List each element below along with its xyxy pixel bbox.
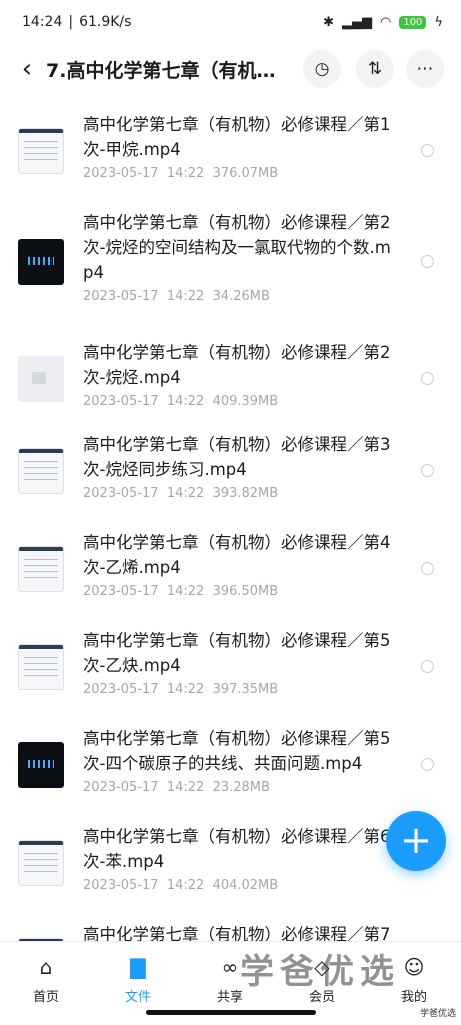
file-name: 高中化学第七章（有机物）必修课程／第4次-乙烯.mp4 [83,533,391,577]
file-name: 高中化学第七章（有机物）必修课程／第5次-四个碳原子的共线、共面问题.mp4 [83,729,391,773]
file-date: 2023-05-17 [83,166,159,181]
file-size: 34.26MB [212,289,270,304]
home-icon: ⌂ [39,955,53,979]
top-bar: ‹ 7.高中化学第七章（有机... ◷ ⇅ ⋯ [0,44,461,94]
tab-label: 文件 [124,990,151,1005]
video-thumbnail [18,356,64,402]
select-checkbox[interactable] [421,464,434,477]
battery-icon: 100 [399,15,427,29]
tab-home[interactable]: ⌂ 首页 [6,954,86,1005]
history-icon[interactable]: ◷ [303,50,341,88]
file-name: 高中化学第七章（有机物）必修课程／第2次-烷烃的空间结构及一氯取代物的个数.mp… [83,213,391,282]
file-name: 高中化学第七章（有机物）必修课程／第2次-烷烃.mp4 [83,343,391,387]
file-size: 397.35MB [212,682,279,697]
sort-icon[interactable]: ⇅ [356,50,394,88]
file-meta: 2023-05-17 14:22 397.35MB [83,682,278,697]
file-meta: 2023-05-17 14:22 34.26MB [83,289,270,304]
status-bar: 14:24 | 61.9K/s ✱ ▂▄▆ ◠ 100 ϟ [22,14,443,30]
file-time: 14:22 [166,486,205,501]
file-size: 376.07MB [212,166,279,181]
file-time: 14:22 [166,682,205,697]
file-time: 14:22 [166,166,205,181]
file-name: 高中化学第七章（有机物）必修课程／第5次-乙炔.mp4 [83,631,391,675]
file-time: 14:22 [166,780,205,795]
watermark: 学爸优选 [240,952,400,992]
video-thumbnail [18,448,64,494]
video-thumbnail [18,238,64,285]
video-thumbnail [18,128,64,174]
wifi-icon: ◠ [379,14,392,30]
select-checkbox[interactable] [421,254,434,268]
file-date: 2023-05-17 [83,878,159,893]
tab-label: 我的 [400,990,427,1005]
file-date: 2023-05-17 [83,486,159,501]
file-date: 2023-05-17 [83,780,159,795]
file-date: 2023-05-17 [83,394,159,409]
select-checkbox[interactable] [421,660,434,673]
file-time: 14:22 [166,394,205,409]
file-name: 高中化学第七章（有机物）必修课程／第6次-苯.mp4 [83,827,391,871]
file-size: 23.28MB [212,780,270,795]
add-button[interactable]: + [386,811,446,871]
file-size: 409.39MB [212,394,279,409]
video-thumbnail [18,742,64,788]
charging-icon: ϟ [434,14,443,30]
select-checkbox[interactable] [421,562,434,575]
file-time: 14:22 [166,584,205,599]
file-time: 14:22 [166,878,205,893]
signal-icon: ▂▄▆ [341,14,372,30]
file-date: 2023-05-17 [83,682,159,697]
page-title: 7.高中化学第七章（有机... [46,59,278,82]
file-date: 2023-05-17 [83,289,159,304]
file-meta: 2023-05-17 14:22 396.50MB [83,584,278,599]
bluetooth-icon: ✱ [323,14,334,30]
file-date: 2023-05-17 [83,584,159,599]
file-meta: 2023-05-17 14:22 376.07MB [83,166,278,181]
select-checkbox[interactable] [421,144,434,157]
more-icon[interactable]: ⋯ [406,50,444,88]
status-time: 14:24 [22,14,63,30]
video-thumbnail [18,840,64,886]
select-checkbox[interactable] [421,758,434,771]
file-name: 高中化学第七章（有机物）必修课程／第3次-烷烃同步练习.mp4 [83,435,391,479]
file-meta: 2023-05-17 14:22 23.28MB [83,780,270,795]
file-name: 高中化学第七章（有机物）必修课程／第1次-甲烷.mp4 [83,115,391,159]
tab-label: 首页 [32,990,59,1005]
video-thumbnail [18,644,64,690]
status-speed: 61.9K/s [79,14,132,30]
file-size: 393.82MB [212,486,279,501]
file-size: 396.50MB [212,584,279,599]
folder-icon: ▇ [130,955,146,979]
file-meta: 2023-05-17 14:22 393.82MB [83,486,278,501]
chevron-left-icon[interactable]: ‹ [12,49,42,89]
file-time: 14:22 [166,289,205,304]
tab-files[interactable]: ▇ 文件 [98,954,178,1005]
select-checkbox[interactable] [421,372,434,385]
home-indicator [146,1010,316,1015]
profile-icon: ☺ [403,955,425,979]
file-size: 404.02MB [212,878,279,893]
file-meta: 2023-05-17 14:22 404.02MB [83,878,278,893]
file-meta: 2023-05-17 14:22 409.39MB [83,394,278,409]
video-thumbnail [18,546,64,592]
corner-watermark: 学爸优选 [420,1009,457,1019]
